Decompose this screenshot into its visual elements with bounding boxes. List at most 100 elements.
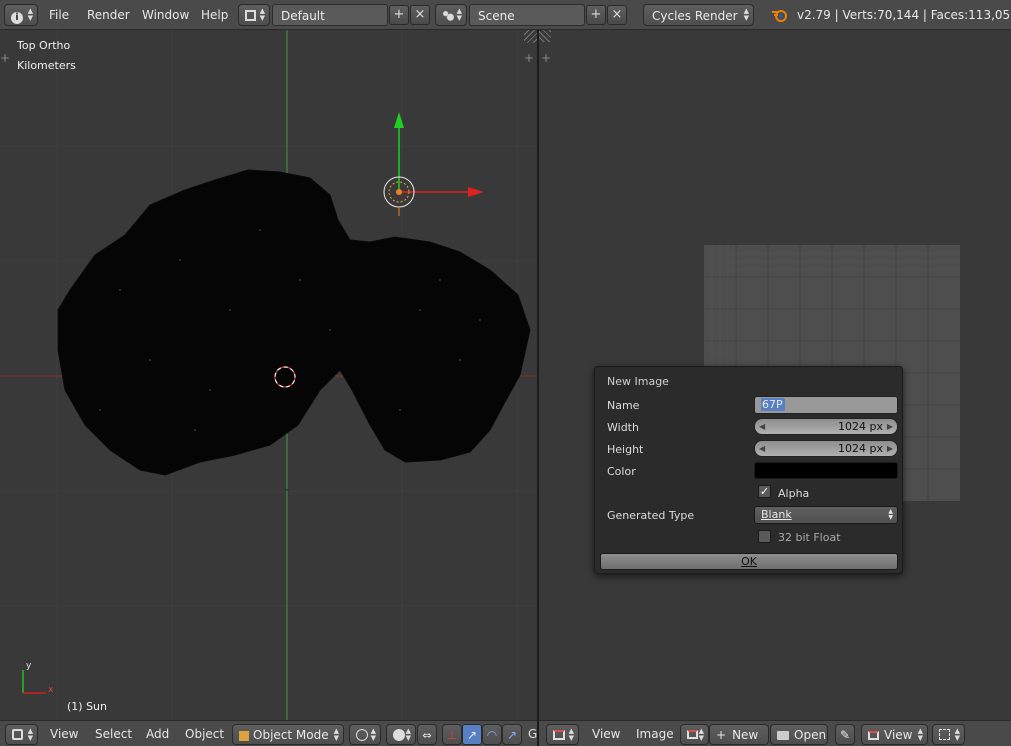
- menu-window[interactable]: Window: [142, 4, 189, 26]
- alpha-label: Alpha: [778, 487, 810, 500]
- chevron-updown-icon: ▲ ▼: [27, 7, 33, 22]
- menu-image[interactable]: Image: [636, 724, 674, 745]
- chevron-updown-icon: ▲ ▼: [405, 727, 411, 742]
- transform-orientation-button[interactable]: ⇔: [417, 724, 437, 745]
- transform-gizmo[interactable]: [394, 112, 484, 197]
- decrement-arrow-icon[interactable]: ◀: [759, 441, 765, 456]
- area-corner-icon[interactable]: [524, 30, 537, 43]
- ok-button[interactable]: OK: [600, 553, 898, 570]
- scale-manipulator-button[interactable]: ↗: [502, 724, 522, 745]
- screen-layout-name-field[interactable]: Default: [272, 4, 388, 26]
- header-overflow-label: G: [528, 727, 538, 741]
- viewport-canvas[interactable]: y x: [0, 30, 537, 720]
- toolshelf-toggle-icon[interactable]: +: [0, 51, 10, 65]
- image-browse-icon: [687, 730, 698, 739]
- plus-icon: +: [716, 728, 727, 742]
- open-label: Open: [794, 728, 827, 742]
- float-label: 32 bit Float: [778, 531, 841, 544]
- rotate-icon: ◠: [486, 728, 498, 742]
- object-mode-icon: [239, 730, 249, 741]
- view-name-label: Top Ortho: [17, 39, 71, 52]
- height-label: Height: [607, 443, 644, 456]
- viewport-shading-selector[interactable]: ▲ ▼: [349, 724, 381, 745]
- remove-layout-button[interactable]: ×: [410, 5, 430, 25]
- add-scene-button[interactable]: +: [586, 5, 606, 25]
- name-label: Name: [607, 399, 640, 412]
- manipulator-icon: ⇔: [422, 729, 432, 742]
- menu-object[interactable]: Object: [185, 724, 224, 745]
- generated-type-value: Blank: [761, 508, 792, 521]
- screen-layout-selector[interactable]: ▲ ▼: [238, 4, 270, 26]
- image-editor-properties-toggle-icon[interactable]: +: [541, 51, 551, 65]
- new-image-button[interactable]: + New: [709, 724, 769, 745]
- decrement-arrow-icon[interactable]: ◀: [759, 419, 765, 434]
- color-swatch[interactable]: [754, 462, 898, 479]
- open-image-button[interactable]: Open: [770, 724, 828, 745]
- properties-toggle-icon[interactable]: +: [524, 51, 534, 65]
- manipulator-toggle-button[interactable]: ⊥: [442, 724, 462, 745]
- add-layout-button[interactable]: +: [389, 5, 409, 25]
- ok-label: OK: [741, 555, 757, 568]
- mode-selector[interactable]: Object Mode ▲ ▼: [232, 724, 344, 745]
- axis-x-label: x: [48, 685, 54, 695]
- editor-type-3d-view-button[interactable]: ▲ ▼: [5, 724, 38, 745]
- width-label: Width: [607, 421, 639, 434]
- rotate-manipulator-button[interactable]: ◠: [482, 724, 502, 745]
- mode-label: Object Mode: [253, 728, 329, 742]
- width-value: 1024 px: [838, 420, 883, 433]
- generated-type-select[interactable]: Blank ▲ ▼: [754, 506, 898, 524]
- image-name-text: 67P: [761, 398, 784, 411]
- height-field[interactable]: ◀ 1024 px ▶: [754, 440, 898, 457]
- area-corner-icon[interactable]: [539, 30, 551, 42]
- comet-mesh[interactable]: [57, 169, 531, 476]
- shading-sphere-icon: [356, 729, 368, 741]
- image-name-input[interactable]: 67P: [754, 396, 898, 414]
- pivot-selector[interactable]: ▲ ▼: [932, 724, 965, 745]
- view-mode-icon: [868, 731, 879, 740]
- width-field[interactable]: ◀ 1024 px ▶: [754, 418, 898, 435]
- menu-view[interactable]: View: [50, 724, 78, 745]
- alpha-checkbox[interactable]: ✓: [758, 485, 771, 498]
- float-checkbox[interactable]: [758, 530, 771, 543]
- menu-file[interactable]: File: [49, 4, 69, 26]
- new-label: New: [732, 728, 759, 742]
- 3d-view-header: ▲ ▼ View Select Add Object Object Mode ▲ ▼…: [0, 720, 537, 746]
- scene-name-field[interactable]: Scene: [469, 4, 585, 26]
- menu-view[interactable]: View: [592, 724, 620, 745]
- menu-select[interactable]: Select: [95, 724, 132, 745]
- menu-render[interactable]: Render: [87, 4, 130, 26]
- pin-icon: ✎: [839, 728, 851, 742]
- display-mode-selector[interactable]: View ▲ ▼: [861, 724, 928, 745]
- chevron-updown-icon: ▲ ▼: [698, 727, 704, 742]
- active-object-label: (1) Sun: [67, 700, 108, 713]
- increment-arrow-icon[interactable]: ▶: [887, 441, 893, 456]
- remove-scene-button[interactable]: ×: [607, 5, 627, 25]
- axis-manipulator-icon: ⊥: [446, 728, 458, 742]
- menu-add[interactable]: Add: [146, 724, 169, 745]
- color-label: Color: [607, 465, 636, 478]
- translate-manipulator-button[interactable]: ↗: [462, 724, 482, 745]
- chevron-updown-icon: ▲ ▼: [27, 727, 33, 742]
- 3d-viewport[interactable]: y x Top Ortho Kilometers (1) Sun + +: [0, 30, 537, 720]
- editor-type-image-button[interactable]: ▲ ▼: [546, 724, 579, 745]
- folder-icon: [777, 731, 789, 740]
- browse-image-selector[interactable]: ▲ ▼: [680, 724, 709, 745]
- view-axis-widget: y x: [22, 661, 54, 695]
- chevron-updown-icon: ▲ ▼: [370, 727, 376, 742]
- menu-help[interactable]: Help: [201, 4, 228, 26]
- scene-selector[interactable]: ▲ ▼: [435, 4, 467, 26]
- chevron-updown-icon: ▲ ▼: [456, 7, 462, 22]
- layout-icon: [245, 10, 256, 21]
- editor-type-info-button[interactable]: i ▲ ▼: [4, 4, 38, 26]
- blender-logo-icon: [771, 7, 789, 23]
- pivot-point-selector[interactable]: ▲ ▼: [386, 724, 416, 745]
- translate-arrow-icon: ↗: [466, 728, 478, 742]
- new-image-popup: New Image Name 67P Width ◀ 1024 px ▶ Hei…: [594, 366, 903, 574]
- pin-image-button[interactable]: ✎: [835, 724, 855, 745]
- increment-arrow-icon[interactable]: ▶: [887, 419, 893, 434]
- render-engine-selector[interactable]: Cycles Render ▲ ▼: [643, 4, 754, 26]
- height-value: 1024 px: [838, 442, 883, 455]
- render-engine-label: Cycles Render: [652, 9, 738, 23]
- checkmark-icon: ✓: [759, 485, 770, 498]
- scale-icon: ↗: [506, 728, 518, 742]
